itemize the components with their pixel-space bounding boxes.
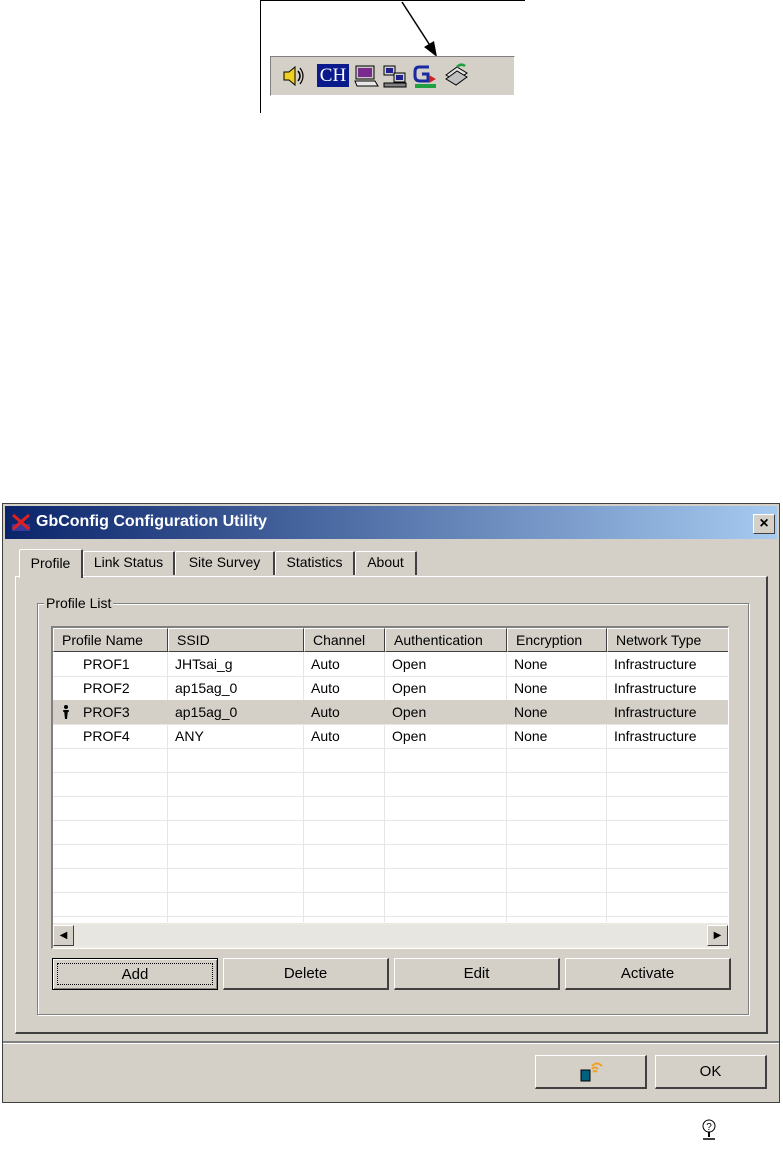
bottom-separator — [3, 1041, 779, 1044]
tab-profile[interactable]: Profile — [19, 549, 83, 578]
grid-line — [53, 868, 728, 869]
column-header-ssid[interactable]: SSID — [168, 628, 304, 652]
grid-line — [53, 820, 728, 821]
grid-line — [53, 892, 728, 893]
speaker-icon[interactable] — [280, 63, 306, 89]
add-button-label: Add — [57, 963, 213, 985]
cell-profile-name: PROF4 — [83, 728, 130, 744]
tab-about[interactable]: About — [355, 551, 417, 575]
cell-network-type: Infrastructure — [614, 704, 697, 720]
cell-profile-name: PROF3 — [83, 704, 130, 720]
network-cable-icon[interactable] — [443, 63, 469, 89]
table-row-active[interactable]: PROF3 ap15ag_0 Auto Open None Infrastruc… — [53, 700, 728, 724]
active-profile-icon — [63, 705, 69, 719]
cell-ssid: ap15ag_0 — [175, 704, 238, 720]
tray-figure: CH — [260, 0, 525, 113]
close-button[interactable]: × — [753, 514, 775, 534]
profile-list-group: Profile List Profile Name SSID Channel A… — [37, 595, 749, 1015]
edit-button[interactable]: Edit — [394, 958, 560, 990]
cell-encryption: None — [514, 704, 548, 720]
cell-authentication: Open — [392, 728, 427, 744]
cell-channel: Auto — [311, 704, 340, 720]
grid-line — [53, 772, 728, 773]
scroll-left-button[interactable]: ◀ — [53, 925, 74, 946]
cell-network-type: Infrastructure — [614, 680, 697, 696]
tab-statistics[interactable]: Statistics — [275, 551, 355, 575]
system-tray: CH — [270, 56, 515, 96]
delete-button[interactable]: Delete — [223, 958, 389, 990]
cell-authentication: Open — [392, 680, 427, 696]
cell-channel: Auto — [311, 728, 340, 744]
cell-network-type: Infrastructure — [614, 656, 697, 672]
grid-line — [53, 796, 728, 797]
monitor-icon[interactable] — [353, 63, 379, 89]
activate-button[interactable]: Activate — [565, 958, 731, 990]
config-utility-dialog: GbConfig Configuration Utility × Profile… — [2, 503, 780, 1103]
wireless-radio-button[interactable] — [535, 1055, 647, 1089]
tab-site-survey[interactable]: Site Survey — [175, 551, 275, 575]
tab-link-status[interactable]: Link Status — [83, 551, 175, 575]
app-icon — [12, 513, 30, 531]
cell-encryption: None — [514, 680, 548, 696]
grid-line — [53, 748, 728, 749]
title-bar[interactable]: GbConfig Configuration Utility × — [5, 506, 777, 539]
window-title: GbConfig Configuration Utility — [36, 513, 268, 530]
profile-list[interactable]: Profile Name SSID Channel Authentication… — [51, 626, 729, 949]
wireless-signal-icon — [580, 1062, 603, 1082]
cell-profile-name: PROF1 — [83, 656, 130, 672]
cell-channel: Auto — [311, 680, 340, 696]
column-header-channel[interactable]: Channel — [304, 628, 385, 652]
column-header-authentication[interactable]: Authentication — [385, 628, 507, 652]
grid-line — [53, 916, 728, 917]
cell-encryption: None — [514, 728, 548, 744]
cell-ssid: ap15ag_0 — [175, 680, 238, 696]
cell-network-type: Infrastructure — [614, 728, 697, 744]
help-icon[interactable]: ? — [697, 1118, 721, 1140]
scroll-right-button[interactable]: ▶ — [707, 925, 728, 946]
svg-text:?: ? — [706, 1122, 712, 1133]
cell-ssid: JHTsai_g — [175, 656, 233, 672]
group-label: Profile List — [44, 595, 114, 611]
table-row[interactable]: PROF1 JHTsai_g Auto Open None Infrastruc… — [53, 652, 728, 676]
cell-authentication: Open — [392, 656, 427, 672]
scrollbar-track[interactable] — [74, 925, 707, 946]
add-button[interactable]: Add — [52, 958, 218, 990]
cell-encryption: None — [514, 656, 548, 672]
cell-channel: Auto — [311, 656, 340, 672]
cell-ssid: ANY — [175, 728, 204, 744]
table-row[interactable]: PROF4 ANY Auto Open None Infrastructure — [53, 724, 728, 748]
grid-line — [53, 844, 728, 845]
ch-language-icon[interactable]: CH — [317, 64, 349, 87]
network-computers-icon[interactable] — [382, 63, 408, 89]
column-header-profile-name[interactable]: Profile Name — [53, 628, 168, 652]
horizontal-scrollbar[interactable]: ◀ ▶ — [53, 923, 728, 948]
column-header-encryption[interactable]: Encryption — [507, 628, 607, 652]
profile-tab-panel: Profile List Profile Name SSID Channel A… — [15, 576, 768, 1034]
gbconfig-utility-icon[interactable] — [412, 63, 438, 89]
table-row[interactable]: PROF2 ap15ag_0 Auto Open None Infrastruc… — [53, 676, 728, 700]
ok-button[interactable]: OK — [655, 1055, 767, 1089]
cell-profile-name: PROF2 — [83, 680, 130, 696]
cell-authentication: Open — [392, 704, 427, 720]
column-header-network-type[interactable]: Network Type — [607, 628, 728, 652]
